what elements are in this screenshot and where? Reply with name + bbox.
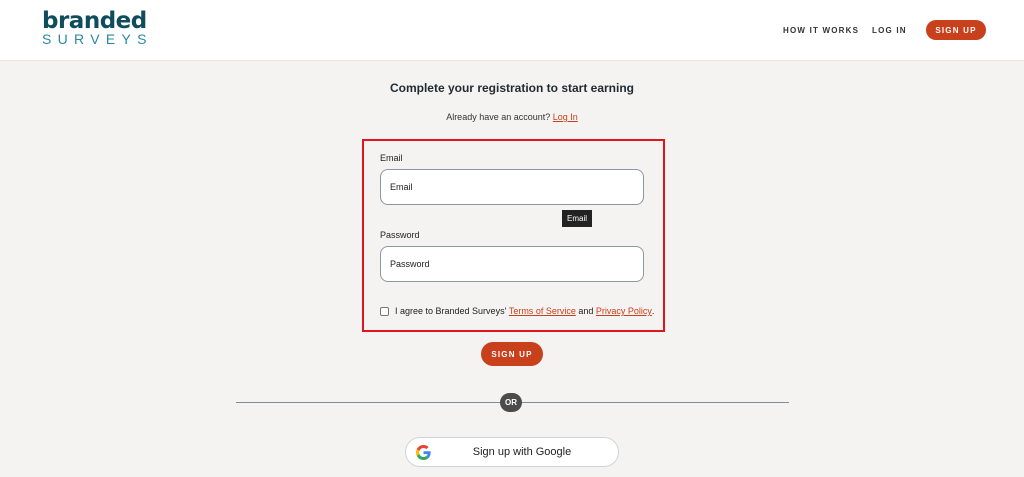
log-in-link[interactable]: Log In — [553, 112, 578, 122]
already-have-account: Already have an account? Log In — [0, 112, 1024, 122]
nav-log-in[interactable]: LOG IN — [872, 26, 907, 35]
period-text: . — [651, 306, 655, 316]
password-label: Password — [380, 230, 420, 240]
or-badge: OR — [500, 393, 522, 412]
terms-of-service-link[interactable]: Terms of Service — [509, 306, 576, 316]
and-text: and — [578, 306, 594, 316]
top-header: branded SURVEYS HOW IT WORKS LOG IN SIGN… — [0, 0, 1024, 61]
password-field[interactable] — [380, 246, 644, 282]
page-title: Complete your registration to start earn… — [389, 81, 635, 95]
already-text: Already have an account? — [446, 112, 551, 122]
email-tooltip: Email — [562, 210, 593, 227]
header-sign-up-button[interactable]: SIGN UP — [926, 20, 986, 40]
email-label: Email — [380, 153, 403, 163]
google-sign-up-button[interactable]: Sign up with Google — [405, 437, 619, 467]
terms-agreement: I agree to Branded Surveys' Terms of Ser… — [380, 306, 654, 316]
agree-text: I agree to Branded Surveys' — [395, 306, 507, 316]
google-button-label: Sign up with Google — [472, 446, 572, 458]
privacy-policy-link[interactable]: Privacy Policy — [596, 306, 652, 316]
sign-up-button[interactable]: SIGN UP — [481, 342, 543, 366]
branded-surveys-logo[interactable]: branded SURVEYS — [42, 8, 153, 47]
logo-wordmark-bottom: SURVEYS — [42, 31, 153, 47]
email-field[interactable] — [380, 169, 644, 205]
logo-wordmark-top: branded — [42, 8, 147, 34]
google-icon — [416, 445, 431, 460]
agree-checkbox[interactable] — [380, 306, 389, 316]
nav-how-it-works[interactable]: HOW IT WORKS — [783, 26, 859, 35]
